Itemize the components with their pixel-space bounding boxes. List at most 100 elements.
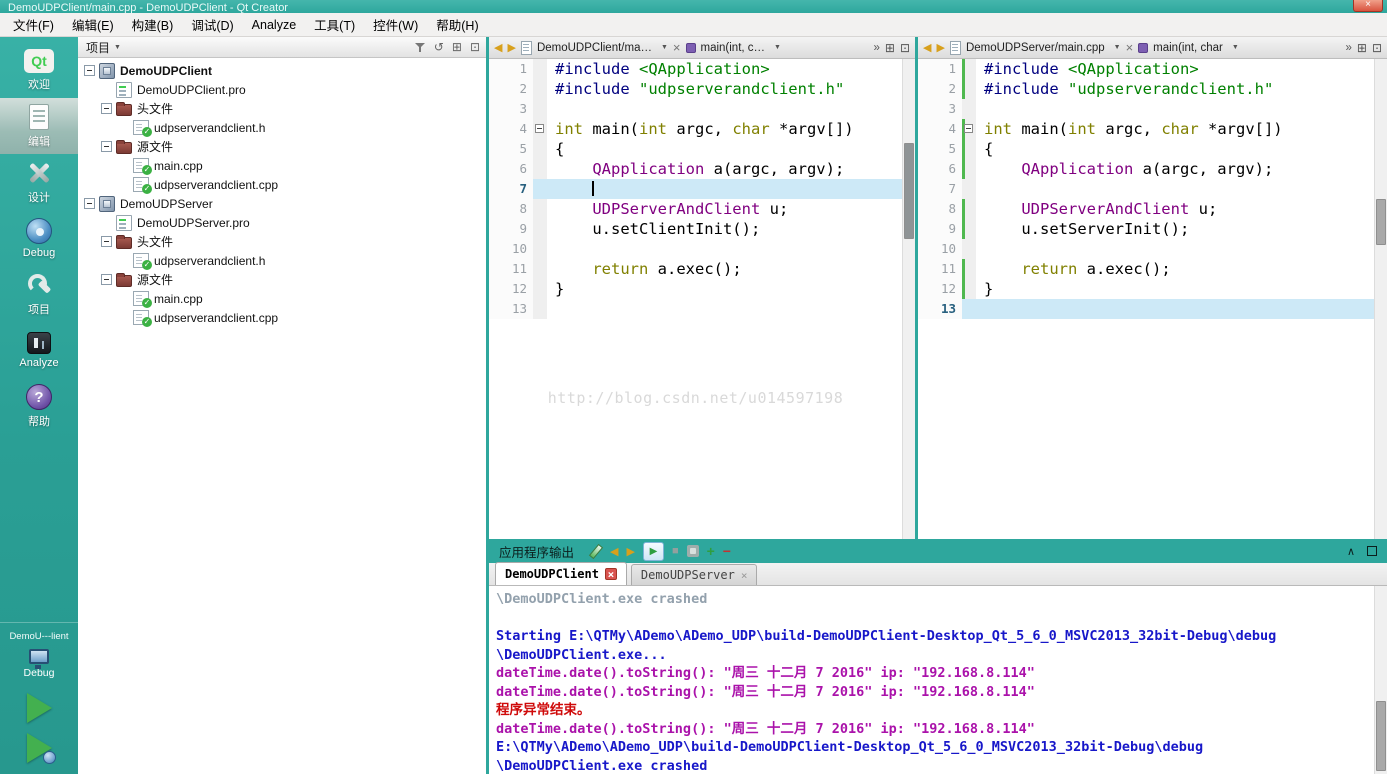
symbol-selector[interactable]: main(int, char [1153,42,1223,54]
code-line[interactable]: 2#include "udpserverandclient.h" [918,79,1374,99]
code-line[interactable]: 4int main(int argc, char *argv[]) [489,119,902,139]
go-back-icon[interactable]: ◀ [494,41,502,54]
maximize-output-icon[interactable] [1367,546,1377,556]
debug-run-button[interactable] [17,730,61,766]
code-line[interactable]: 12} [918,279,1374,299]
scrollbar-thumb[interactable] [1376,701,1386,771]
code-line[interactable]: 5{ [489,139,902,159]
close-tab-icon[interactable]: × [741,569,748,582]
menu-item-0[interactable]: 文件(F) [4,12,63,37]
next-item-icon[interactable]: ▶ [626,545,634,558]
mode-help[interactable]: 帮助 [0,378,78,434]
clean-output-icon[interactable] [588,544,602,558]
go-back-icon[interactable]: ◀ [923,41,931,54]
close-document-icon[interactable]: × [673,40,681,55]
title-bar[interactable]: DemoUDPClient/main.cpp - DemoUDPClient -… [0,0,1387,13]
code-line[interactable]: 8 UDPServerAndClient u; [489,199,902,219]
chevron-down-icon[interactable]: ▼ [1232,44,1239,51]
tree-item[interactable]: main.cpp [78,156,486,175]
mode-projects[interactable]: 项目 [0,266,78,322]
code-line[interactable]: 11 return a.exec(); [489,259,902,279]
collapse-expander-icon[interactable] [84,65,95,76]
code-line[interactable]: 6 QApplication a(argc, argv); [918,159,1374,179]
mode-welcome[interactable]: 欢迎 [0,42,78,98]
build-config-button[interactable]: Debug [24,647,55,688]
tree-item[interactable]: DemoUDPServer [78,194,486,213]
code-line[interactable]: 4int main(int argc, char *argv[]) [918,119,1374,139]
code-line[interactable]: 8 UDPServerAndClient u; [918,199,1374,219]
code-line[interactable]: 11 return a.exec(); [918,259,1374,279]
output-pane-title[interactable]: 应用程序输出 [499,542,574,561]
tree-item[interactable]: DemoUDPClient [78,61,486,80]
kill-process-icon[interactable] [687,545,699,557]
menu-item-7[interactable]: 帮助(H) [427,12,487,37]
window-close-button[interactable]: × [1353,0,1383,12]
collapse-expander-icon[interactable] [101,141,112,152]
code-line[interactable]: 9 u.setServerInit(); [918,219,1374,239]
tree-item[interactable]: udpserverandclient.h [78,251,486,270]
collapse-expander-icon[interactable] [101,274,112,285]
menu-item-3[interactable]: 调试(D) [182,12,242,37]
code-line[interactable]: 10 [918,239,1374,259]
document-selector[interactable]: DemoUDPClient/ma… [537,42,652,54]
tree-item[interactable]: udpserverandclient.cpp [78,308,486,327]
code-line[interactable]: 2#include "udpserverandclient.h" [489,79,902,99]
document-selector[interactable]: DemoUDPServer/main.cpp [966,42,1105,54]
code-fold-icon[interactable] [964,124,973,133]
tree-item[interactable]: udpserverandclient.h [78,118,486,137]
previous-item-icon[interactable]: ◀ [610,545,618,558]
menu-item-5[interactable]: 工具(T) [305,12,364,37]
split-editor-icon[interactable]: ⊞ [1357,41,1367,55]
tree-item[interactable]: 源文件 [78,137,486,156]
filter-tree-icon[interactable] [415,42,426,53]
sync-with-editor-icon[interactable]: ↺ [434,40,444,54]
tree-item[interactable]: DemoUDPServer.pro [78,213,486,232]
kit-selector-button[interactable]: DemoU---lient [7,628,70,647]
close-pane-icon[interactable]: ⊡ [470,40,480,54]
tree-item[interactable]: 头文件 [78,232,486,251]
code-line[interactable]: 3 [918,99,1374,119]
chevron-down-icon[interactable]: ▼ [774,44,781,51]
code-line[interactable]: 3 [489,99,902,119]
menu-item-1[interactable]: 编辑(E) [63,12,123,37]
collapse-expander-icon[interactable] [101,103,112,114]
toolbar-overflow-icon[interactable]: » [1345,42,1351,54]
zoom-in-icon[interactable]: + [707,543,715,559]
code-line[interactable]: 13 [918,299,1374,319]
menu-item-2[interactable]: 构建(B) [123,12,183,37]
stop-icon[interactable]: ■ [672,545,679,557]
mode-edit[interactable]: 编辑 [0,98,78,154]
code-fold-icon[interactable] [535,124,544,133]
split-pane-icon[interactable]: ⊞ [452,40,462,54]
chevron-down-icon[interactable]: ▼ [114,44,121,51]
code-line[interactable]: 5{ [918,139,1374,159]
tree-item[interactable]: DemoUDPClient.pro [78,80,486,99]
code-line[interactable]: 6 QApplication a(argc, argv); [489,159,902,179]
code-line[interactable]: 9 u.setClientInit(); [489,219,902,239]
mode-analyze[interactable]: Analyze [0,322,78,378]
code-line[interactable]: 12} [489,279,902,299]
tree-item[interactable]: main.cpp [78,289,486,308]
code-line[interactable]: 1#include <QApplication> [489,59,902,79]
split-editor-icon[interactable]: ⊞ [885,41,895,55]
code-line[interactable]: 13 [489,299,902,319]
close-split-icon[interactable]: ⊡ [1372,41,1382,55]
tree-item[interactable]: 头文件 [78,99,486,118]
mode-debug[interactable]: Debug [0,210,78,266]
code-line[interactable]: 10 [489,239,902,259]
code-line[interactable]: 7 [918,179,1374,199]
mode-design[interactable]: 设计 [0,154,78,210]
run-button[interactable] [17,690,61,726]
toolbar-overflow-icon[interactable]: » [873,42,879,54]
code-area[interactable]: 1#include <QApplication>2#include "udpse… [918,59,1374,539]
zoom-out-icon[interactable]: − [723,543,731,559]
go-forward-icon[interactable]: ▶ [507,41,515,54]
rerun-icon[interactable]: ▶ [643,542,664,561]
collapse-expander-icon[interactable] [101,236,112,247]
close-document-icon[interactable]: × [1126,40,1134,55]
collapse-expander-icon[interactable] [84,198,95,209]
output-scrollbar[interactable] [1374,586,1387,774]
symbol-selector[interactable]: main(int, c… [701,42,766,54]
project-panel-title[interactable]: 项目 [86,39,110,56]
editor-scrollbar[interactable] [902,59,915,539]
